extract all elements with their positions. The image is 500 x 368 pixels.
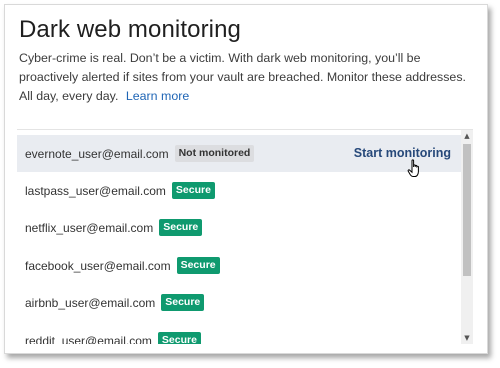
- email-address: lastpass_user@email.com: [25, 183, 166, 198]
- status-badge: Secure: [157, 332, 201, 344]
- description: Cyber-crime is real. Don’t be a victim. …: [19, 49, 473, 106]
- email-address: reddit_user@email.com: [25, 333, 152, 345]
- learn-more-link[interactable]: Learn more: [126, 89, 189, 103]
- triangle-up-icon[interactable]: ▲: [461, 130, 473, 142]
- status-badge: Secure: [161, 294, 205, 311]
- scrollbar[interactable]: ▲ ▼: [461, 130, 473, 344]
- list-item[interactable]: evernote_user@email.com Not monitored St…: [17, 135, 461, 177]
- status-badge: Not monitored: [174, 145, 255, 162]
- start-monitoring-button[interactable]: Start monitoring: [354, 146, 451, 160]
- page-title: Dark web monitoring: [19, 16, 241, 43]
- status-badge: Secure: [159, 219, 203, 236]
- description-text: Cyber-crime is real. Don’t be a victim. …: [19, 51, 466, 103]
- list-item[interactable]: lastpass_user@email.com Secure: [17, 172, 461, 209]
- triangle-down-icon[interactable]: ▼: [461, 332, 473, 344]
- email-address: airbnb_user@email.com: [25, 295, 156, 310]
- status-badge: Secure: [176, 257, 220, 274]
- email-list: evernote_user@email.com Not monitored St…: [17, 129, 473, 344]
- list-item[interactable]: reddit_user@email.com Secure: [17, 322, 461, 344]
- status-badge: Secure: [171, 182, 215, 199]
- scroll-thumb[interactable]: [463, 144, 471, 276]
- email-address: facebook_user@email.com: [25, 258, 171, 273]
- list-item[interactable]: netflix_user@email.com Secure: [17, 209, 461, 246]
- list-item[interactable]: airbnb_user@email.com Secure: [17, 284, 461, 321]
- email-address: netflix_user@email.com: [25, 220, 154, 235]
- email-address: evernote_user@email.com: [25, 146, 169, 161]
- list-item[interactable]: facebook_user@email.com Secure: [17, 247, 461, 284]
- dark-web-monitoring-panel: Dark web monitoring Cyber-crime is real.…: [4, 4, 488, 354]
